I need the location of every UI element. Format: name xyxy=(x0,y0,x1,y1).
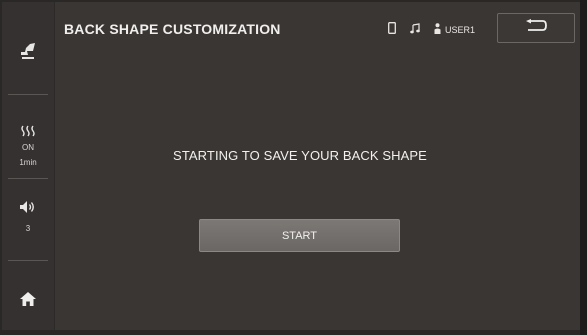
sidebar-item-heat[interactable]: ON 1min xyxy=(2,124,54,168)
home-button[interactable] xyxy=(2,292,54,311)
screen-bezel xyxy=(580,0,587,335)
volume-level: 3 xyxy=(25,224,31,233)
back-arrow-icon xyxy=(525,19,547,37)
back-button[interactable] xyxy=(497,13,575,43)
device-frame: ON 1min 3 BACK SHAPE CUSTOMIZATION USER1… xyxy=(0,0,587,335)
heat-wave-icon xyxy=(20,124,36,142)
status-message: STARTING TO SAVE YOUR BACK SHAPE xyxy=(173,148,427,163)
sidebar-item-volume[interactable]: 3 xyxy=(2,200,54,234)
sidebar-divider xyxy=(8,260,48,261)
status-icons: USER1 xyxy=(388,21,475,39)
heat-status: ON xyxy=(22,143,34,152)
start-button[interactable]: START xyxy=(199,219,400,252)
user-label: USER1 xyxy=(445,25,476,35)
home-icon xyxy=(20,292,36,311)
page-title: BACK SHAPE CUSTOMIZATION xyxy=(64,21,281,37)
phone-icon xyxy=(388,21,396,39)
massage-chair-icon xyxy=(18,42,38,65)
user-icon xyxy=(434,21,441,39)
music-note-icon xyxy=(410,21,420,39)
screen: ON 1min 3 BACK SHAPE CUSTOMIZATION USER1… xyxy=(2,2,580,330)
sidebar: ON 1min 3 xyxy=(2,2,55,330)
sidebar-divider xyxy=(8,94,48,95)
speaker-icon xyxy=(19,200,37,219)
heat-duration: 1min xyxy=(19,158,37,167)
sidebar-item-mode[interactable] xyxy=(2,42,54,65)
sidebar-divider xyxy=(8,178,48,179)
start-button-label: START xyxy=(281,229,318,242)
